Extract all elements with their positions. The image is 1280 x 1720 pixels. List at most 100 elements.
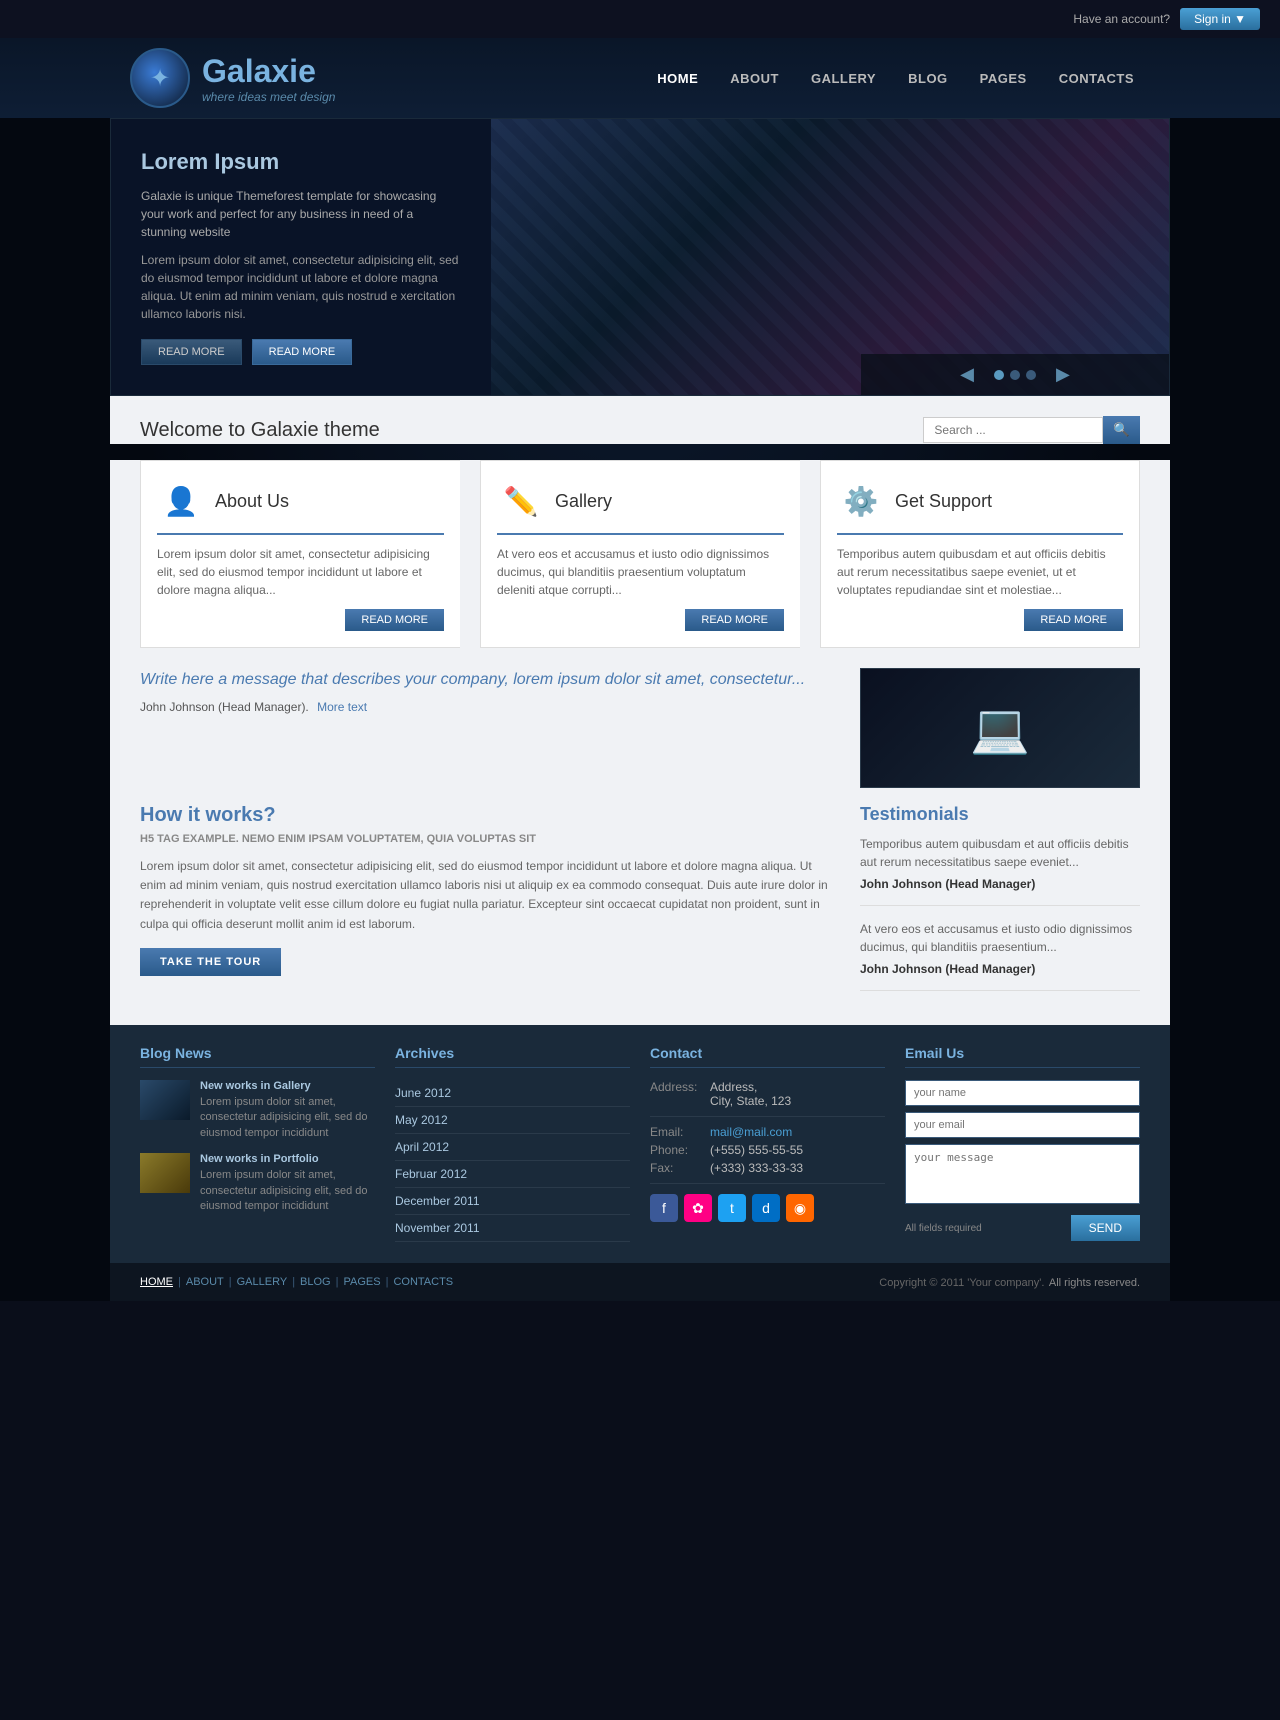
archive-februar-2012[interactable]: Februar 2012 xyxy=(395,1161,630,1188)
social-icons: f ✿ t d ◉ xyxy=(650,1194,885,1222)
about-read-more[interactable]: READ MORE xyxy=(345,609,444,631)
footer-nav-home[interactable]: HOME xyxy=(140,1276,173,1288)
archive-november-2011[interactable]: November 2011 xyxy=(395,1215,630,1242)
header: Galaxie where ideas meet design HOME ABO… xyxy=(0,38,1280,118)
contact-address-row: Address: Address,City, State, 123 xyxy=(650,1080,885,1108)
hero-image: ◀ ▶ xyxy=(491,119,1169,395)
email-name-input[interactable] xyxy=(905,1080,1140,1106)
gallery-text: At vero eos et accusamus et iusto odio d… xyxy=(497,545,784,599)
footer-nav-pages[interactable]: PAGES xyxy=(343,1276,380,1288)
email-email-input[interactable] xyxy=(905,1112,1140,1138)
footer-widgets: Blog News New works in Gallery Lorem ips… xyxy=(110,1025,1170,1262)
blog-thumb-1 xyxy=(140,1080,190,1120)
footer-copyright: Copyright © 2011 'Your company'. xyxy=(879,1277,1044,1289)
dot-1[interactable] xyxy=(994,370,1004,380)
about-text: Lorem ipsum dolor sit amet, consectetur … xyxy=(157,545,444,599)
support-text: Temporibus autem quibusdam et aut offici… xyxy=(837,545,1123,599)
email-us-title: Email Us xyxy=(905,1045,1140,1068)
flickr-icon[interactable]: ✿ xyxy=(684,1194,712,1222)
archive-june-2012[interactable]: June 2012 xyxy=(395,1080,630,1107)
hero-desc2: Lorem ipsum dolor sit amet, consectetur … xyxy=(141,251,461,323)
email-label: Email: xyxy=(650,1125,700,1139)
testimonial-1: Temporibus autem quibusdam et aut offici… xyxy=(860,835,1140,906)
archive-april-2012[interactable]: April 2012 xyxy=(395,1134,630,1161)
support-title: Get Support xyxy=(895,491,992,512)
blog-item-1: New works in Gallery Lorem ipsum dolor s… xyxy=(140,1080,375,1141)
quote-area: Write here a message that describes your… xyxy=(140,668,840,788)
testimonial-1-text: Temporibus autem quibusdam et aut offici… xyxy=(860,835,1140,871)
logo-text: Galaxie where ideas meet design xyxy=(202,53,335,104)
phone-value: (+555) 555-55-55 xyxy=(710,1143,803,1157)
sign-in-button[interactable]: Sign in ▼ xyxy=(1180,8,1260,30)
nav-blog[interactable]: BLOG xyxy=(892,63,964,94)
take-tour-button[interactable]: TAKE THE TOUR xyxy=(140,948,281,976)
about-icon: 👤 xyxy=(157,477,205,525)
archives-widget: Archives June 2012 May 2012 April 2012 F… xyxy=(395,1045,630,1242)
hero-read-more-1[interactable]: READ MORE xyxy=(141,339,242,365)
archive-may-2012[interactable]: May 2012 xyxy=(395,1107,630,1134)
nav-contacts[interactable]: CONTACTS xyxy=(1043,63,1150,94)
nav-gallery[interactable]: GALLERY xyxy=(795,63,892,94)
support-card: ⚙️ Get Support Temporibus autem quibusda… xyxy=(820,460,1140,648)
fax-value: (+333) 333-33-33 xyxy=(710,1161,803,1175)
blog-title-2: New works in Portfolio xyxy=(200,1153,375,1165)
contact-phone-row: Phone: (+555) 555-55-55 xyxy=(650,1143,885,1157)
rss-icon[interactable]: ◉ xyxy=(786,1194,814,1222)
have-account-text: Have an account? xyxy=(1073,12,1170,26)
search-input[interactable] xyxy=(923,417,1103,443)
nav-about[interactable]: ABOUT xyxy=(714,63,795,94)
nav-home[interactable]: HOME xyxy=(641,63,714,94)
testimonials-title: Testimonials xyxy=(860,804,1140,825)
email-submit-row: All fields required SEND xyxy=(905,1215,1140,1241)
welcome-header: Welcome to Galaxie theme 🔍 xyxy=(140,416,1140,444)
dot-3[interactable] xyxy=(1026,370,1036,380)
email-value[interactable]: mail@mail.com xyxy=(710,1125,792,1139)
slider-next[interactable]: ▶ xyxy=(1056,364,1070,385)
logo-title: Galaxie xyxy=(202,53,335,90)
slider-prev[interactable]: ◀ xyxy=(960,364,974,385)
dot-2[interactable] xyxy=(1010,370,1020,380)
quote-author: John Johnson (Head Manager). More text xyxy=(140,700,840,714)
blog-text-1: Lorem ipsum dolor sit amet, consectetur … xyxy=(200,1095,375,1141)
facebook-icon[interactable]: f xyxy=(650,1194,678,1222)
how-subtitle: H5 TAG EXAMPLE. NEMO ENIM IPSAM VOLUPTAT… xyxy=(140,833,840,845)
email-message-input[interactable] xyxy=(905,1144,1140,1204)
blog-news-title: Blog News xyxy=(140,1045,375,1068)
gallery-header: ✏️ Gallery xyxy=(497,477,784,535)
search-button[interactable]: 🔍 xyxy=(1103,416,1140,444)
contact-fax-row: Fax: (+333) 333-33-33 xyxy=(650,1161,885,1175)
archive-december-2011[interactable]: December 2011 xyxy=(395,1188,630,1215)
hero-slider: Lorem Ipsum Galaxie is unique Themefores… xyxy=(110,118,1170,396)
laptop-icon: 💻 xyxy=(970,700,1030,757)
hero-text-area: Lorem Ipsum Galaxie is unique Themefores… xyxy=(111,119,491,395)
how-section: How it works? H5 TAG EXAMPLE. NEMO ENIM … xyxy=(140,804,840,1005)
main-content: 👤 About Us Lorem ipsum dolor sit amet, c… xyxy=(110,460,1170,1025)
nav-pages[interactable]: PAGES xyxy=(964,63,1043,94)
footer-nav-contacts[interactable]: CONTACTS xyxy=(393,1276,453,1288)
testimonial-2-text: At vero eos et accusamus et iusto odio d… xyxy=(860,920,1140,956)
hero-read-more-2[interactable]: READ MORE xyxy=(252,339,353,365)
footer-nav-gallery[interactable]: GALLERY xyxy=(237,1276,288,1288)
how-text: Lorem ipsum dolor sit amet, consectetur … xyxy=(140,857,840,934)
how-title: How it works? xyxy=(140,804,840,827)
delicious-icon[interactable]: d xyxy=(752,1194,780,1222)
quote-more-link[interactable]: More text xyxy=(317,700,367,714)
footer-nav-blog[interactable]: BLOG xyxy=(300,1276,331,1288)
about-title: About Us xyxy=(215,491,289,512)
blog-thumb-2 xyxy=(140,1153,190,1193)
footer-bar: HOME | ABOUT | GALLERY | BLOG | PAGES | … xyxy=(110,1262,1170,1301)
phone-label: Phone: xyxy=(650,1143,700,1157)
footer-nav-about[interactable]: ABOUT xyxy=(186,1276,224,1288)
hero-desc1: Galaxie is unique Themeforest template f… xyxy=(141,187,461,241)
blog-info-2: New works in Portfolio Lorem ipsum dolor… xyxy=(200,1153,375,1214)
hero-buttons: READ MORE READ MORE xyxy=(141,339,461,365)
support-read-more[interactable]: READ MORE xyxy=(1024,609,1123,631)
logo-subtitle: where ideas meet design xyxy=(202,90,335,104)
address-value: Address,City, State, 123 xyxy=(710,1080,791,1108)
gallery-card: ✏️ Gallery At vero eos et accusamus et i… xyxy=(480,460,800,648)
gallery-read-more[interactable]: READ MORE xyxy=(685,609,784,631)
twitter-icon[interactable]: t xyxy=(718,1194,746,1222)
gallery-icon: ✏️ xyxy=(497,477,545,525)
contact-title: Contact xyxy=(650,1045,885,1068)
send-button[interactable]: SEND xyxy=(1071,1215,1140,1241)
